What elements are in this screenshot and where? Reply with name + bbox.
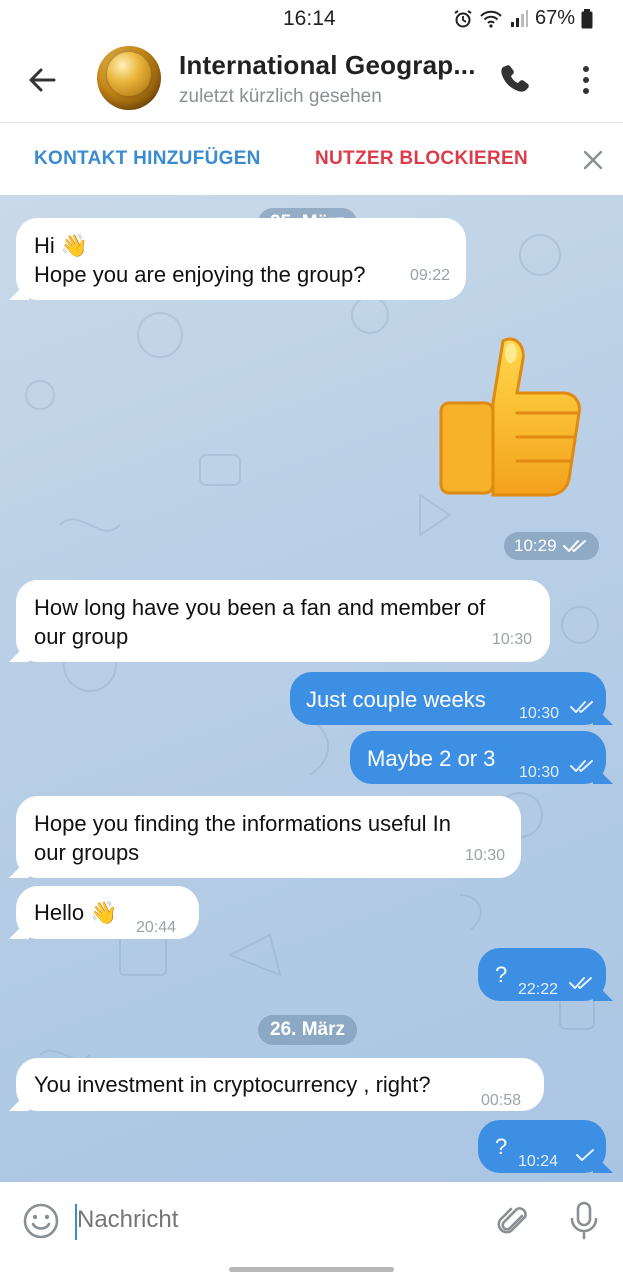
incoming-message[interactable]: How long have you been a fan and member … <box>16 580 550 662</box>
more-vertical-icon[interactable] <box>574 60 598 100</box>
message-time: 00:58 <box>481 1092 522 1109</box>
message-text: Maybe 2 or 3 <box>367 746 496 771</box>
single-check-icon <box>576 1149 594 1161</box>
status-time: 16:14 <box>283 7 336 30</box>
message-time: 09:22 <box>409 267 450 284</box>
message-time: 22:22 <box>518 981 559 998</box>
sticker-time-pill: 10:29 <box>504 532 599 560</box>
message-input[interactable] <box>77 1206 457 1234</box>
home-indicator[interactable] <box>229 1267 394 1272</box>
message-text: Hello 👋 <box>34 900 118 925</box>
contact-action-bar: KONTAKT HINZUFÜGEN NUTZER BLOCKIEREN <box>0 122 623 196</box>
status-icons: 67% <box>453 7 593 30</box>
globe-icon <box>107 52 151 96</box>
outgoing-message[interactable]: ? 22:22 <box>478 948 606 1001</box>
phone-icon[interactable] <box>497 62 531 96</box>
wifi-icon <box>480 10 502 28</box>
back-arrow-icon[interactable] <box>22 60 62 100</box>
message-text: ? <box>495 1134 508 1159</box>
message-time: 10:24 <box>518 1153 559 1170</box>
incoming-message[interactable]: Hello 👋 20:44 <box>16 886 199 939</box>
battery-percent: 67% <box>534 7 575 29</box>
alarm-icon <box>454 9 472 27</box>
message-text: ? <box>495 962 508 987</box>
date-separator: 26. März <box>258 1015 357 1045</box>
message-text: You investment in cryptocurrency , right… <box>34 1072 431 1097</box>
message-time: 10:30 <box>519 764 560 781</box>
message-composer <box>0 1182 623 1260</box>
message-text: Hi 👋 Hope you are enjoying the group? <box>34 233 366 287</box>
message-text: How long have you been a fan and member … <box>34 595 486 649</box>
double-check-icon <box>562 540 586 552</box>
close-icon[interactable] <box>580 147 606 173</box>
message-time: 10:29 <box>514 536 557 555</box>
add-contact-button[interactable]: KONTAKT HINZUFÜGEN <box>34 148 261 170</box>
thumbs-up-sticker[interactable] <box>433 333 593 503</box>
double-check-icon <box>569 977 592 989</box>
outgoing-message[interactable]: ? 10:24 <box>478 1120 606 1173</box>
double-check-icon <box>570 760 593 772</box>
avatar[interactable] <box>97 46 161 110</box>
battery-icon <box>581 8 593 28</box>
outgoing-message[interactable]: Just couple weeks 10:30 <box>290 672 606 725</box>
chat-header: International Geograp... zuletzt kürzlic… <box>0 38 623 122</box>
block-user-button[interactable]: NUTZER BLOCKIEREN <box>315 148 528 170</box>
message-time: 10:30 <box>519 705 560 722</box>
message-time: 10:30 <box>491 631 532 648</box>
incoming-message[interactable]: Hope you finding the informations useful… <box>16 796 521 878</box>
message-text: Just couple weeks <box>306 687 486 712</box>
contact-last-seen: zuletzt kürzlich gesehen <box>179 86 382 107</box>
system-nav-bar <box>0 1260 623 1280</box>
signal-icon <box>510 9 528 27</box>
microphone-icon[interactable] <box>566 1200 602 1240</box>
message-time: 20:44 <box>136 919 177 936</box>
status-bar: 16:14 67% <box>0 0 623 38</box>
emoji-icon[interactable] <box>22 1202 60 1240</box>
paperclip-icon[interactable] <box>495 1202 533 1240</box>
incoming-message[interactable]: Hi 👋 Hope you are enjoying the group? 09… <box>16 218 466 300</box>
message-text: Hope you finding the informations useful… <box>34 811 452 865</box>
outgoing-message[interactable]: Maybe 2 or 3 10:30 <box>350 731 606 784</box>
chat-message-list[interactable]: 25. März Hi 👋 Hope you are enjoying the … <box>0 195 623 1182</box>
contact-name[interactable]: International Geograp... <box>179 50 476 81</box>
incoming-message[interactable]: You investment in cryptocurrency , right… <box>16 1058 544 1111</box>
message-time: 10:30 <box>464 847 505 864</box>
double-check-icon <box>570 701 593 713</box>
